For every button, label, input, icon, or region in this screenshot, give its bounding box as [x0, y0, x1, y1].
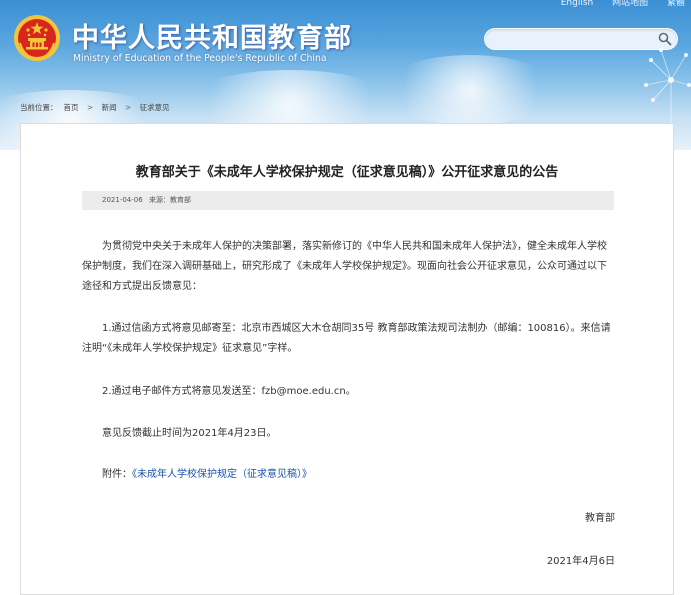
- breadcrumb: 当前位置： 首页 > 新闻 > 征求意见: [20, 102, 176, 113]
- attachment-line: 附件：《未成年人学校保护规定（征求意见稿）》: [82, 465, 614, 485]
- top-links: English 网站地图 繁體: [545, 0, 685, 8]
- breadcrumb-item-consultation[interactable]: 征求意见: [140, 103, 170, 112]
- search-input[interactable]: [495, 31, 649, 48]
- cloud-decoration: [380, 55, 560, 125]
- article-source: 来源：教育部: [149, 196, 191, 204]
- breadcrumb-separator: >: [124, 103, 132, 112]
- article-panel: 教育部关于《未成年人学校保护规定（征求意见稿）》公开征求意见的公告 2021-0…: [20, 123, 674, 595]
- attachment-label: 附件：: [102, 469, 132, 480]
- breadcrumb-prefix: 当前位置：: [20, 103, 58, 112]
- article-paragraph: 1.通过信函方式将意见邮寄至：北京市西城区大木仓胡同35号 教育部政策法规司法制…: [82, 323, 611, 354]
- top-link-english[interactable]: English: [561, 0, 594, 8]
- breadcrumb-separator: >: [86, 103, 94, 112]
- breadcrumb-item-home[interactable]: 首页: [64, 103, 79, 112]
- national-emblem-icon: [14, 15, 60, 61]
- breadcrumb-item-news[interactable]: 新闻: [102, 103, 117, 112]
- article-title: 教育部关于《未成年人学校保护规定（征求意见稿）》公开征求意见的公告: [135, 165, 559, 180]
- signature-date: 2021年4月6日: [546, 556, 615, 567]
- article-paragraph: 为贯彻党中央关于未成年人保护的决策部署，落实新修订的《中华人民共和国未成年人保护…: [82, 241, 607, 292]
- article-date: 2021-04-06: [102, 196, 143, 204]
- top-link-sitemap[interactable]: 网站地图: [612, 0, 648, 8]
- attachment-link[interactable]: 《未成年人学校保护规定（征求意见稿）》: [132, 469, 312, 480]
- article-paragraph: 2.通过电子邮件方式将意见发送至：fzb@moe.edu.cn。: [102, 386, 356, 397]
- article-paragraph: 意见反馈截止时间为2021年4月23日。: [102, 428, 277, 439]
- site-subtitle: Ministry of Education of the People's Re…: [73, 53, 327, 64]
- site-title: 中华人民共和国教育部: [72, 23, 352, 54]
- top-link-traditional[interactable]: 繁體: [667, 0, 685, 8]
- signature-organization: 教育部: [585, 513, 615, 524]
- article-meta-bar: 2021-04-06 来源：教育部: [82, 191, 614, 210]
